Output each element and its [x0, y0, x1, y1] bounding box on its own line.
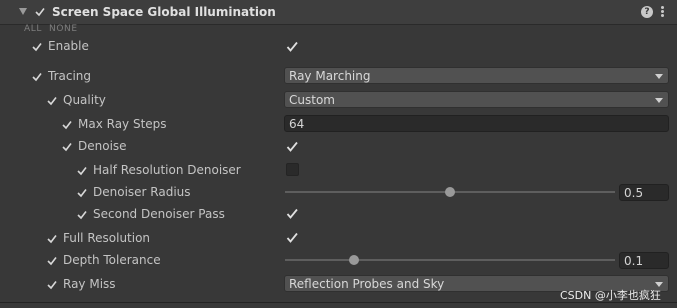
depth-tolerance-slider-thumb[interactable]	[349, 255, 359, 265]
override-quality-checkbox[interactable]	[47, 96, 57, 106]
override-max-ray-steps-checkbox[interactable]	[62, 120, 72, 130]
second-denoiser-pass-label: Second Denoiser Pass	[93, 207, 225, 221]
override-denoise-checkbox[interactable]	[62, 142, 72, 152]
foldout-arrow-icon[interactable]	[19, 8, 27, 15]
quality-label: Quality	[63, 93, 106, 107]
enable-label: Enable	[48, 39, 89, 53]
depth-tolerance-label: Depth Tolerance	[63, 253, 161, 267]
quality-dropdown[interactable]: Custom	[284, 91, 669, 108]
depth-tolerance-slider-track[interactable]	[285, 259, 615, 261]
denoiser-radius-input[interactable]: 0.5	[619, 184, 669, 201]
denoise-label: Denoise	[78, 139, 127, 153]
component-header: Screen Space Global Illumination ?	[0, 0, 677, 25]
override-depth-tolerance-checkbox[interactable]	[47, 256, 57, 266]
override-ray-miss-checkbox[interactable]	[47, 280, 57, 290]
component-enabled-checkbox[interactable]	[35, 7, 45, 17]
all-toggle[interactable]: ALL	[24, 24, 42, 34]
override-enable-checkbox[interactable]	[32, 42, 42, 52]
tracing-dropdown[interactable]: Ray Marching	[284, 67, 669, 84]
max-ray-steps-label: Max Ray Steps	[78, 117, 167, 131]
override-half-res-denoiser-checkbox[interactable]	[77, 166, 87, 176]
tracing-label: Tracing	[48, 69, 92, 83]
help-icon[interactable]: ?	[641, 6, 653, 18]
chevron-down-icon	[655, 74, 663, 79]
component-title: Screen Space Global Illumination	[52, 5, 276, 19]
watermark: CSDN @小李也疯狂	[560, 289, 661, 302]
quality-dropdown-value: Custom	[289, 93, 335, 107]
depth-tolerance-value: 0.1	[624, 254, 644, 268]
max-ray-steps-value: 64	[289, 117, 305, 131]
override-tracing-checkbox[interactable]	[32, 72, 42, 82]
half-res-denoiser-label: Half Resolution Denoiser	[93, 163, 241, 177]
chevron-down-icon	[655, 98, 663, 103]
half-res-denoiser-value-checkbox[interactable]	[286, 163, 299, 176]
max-ray-steps-input[interactable]: 64	[284, 115, 669, 132]
tracing-dropdown-value: Ray Marching	[289, 69, 371, 83]
none-toggle[interactable]: NONE	[49, 24, 78, 34]
ray-miss-dropdown-value: Reflection Probes and Sky	[289, 277, 445, 291]
full-resolution-value-checkbox[interactable]	[286, 232, 298, 244]
kebab-menu-icon[interactable]	[661, 6, 664, 18]
denoiser-radius-label: Denoiser Radius	[93, 185, 191, 199]
denoiser-radius-value: 0.5	[624, 186, 644, 200]
override-second-denoiser-pass-checkbox[interactable]	[77, 210, 87, 220]
depth-tolerance-input[interactable]: 0.1	[619, 252, 669, 269]
second-denoiser-pass-value-checkbox[interactable]	[286, 208, 298, 220]
full-resolution-label: Full Resolution	[63, 231, 151, 245]
ray-miss-label: Ray Miss	[63, 277, 116, 291]
override-full-resolution-checkbox[interactable]	[47, 234, 57, 244]
enable-value-checkbox[interactable]	[286, 41, 298, 53]
override-denoiser-radius-checkbox[interactable]	[77, 188, 87, 198]
denoise-value-checkbox[interactable]	[286, 141, 298, 153]
denoiser-radius-slider-thumb[interactable]	[445, 187, 455, 197]
